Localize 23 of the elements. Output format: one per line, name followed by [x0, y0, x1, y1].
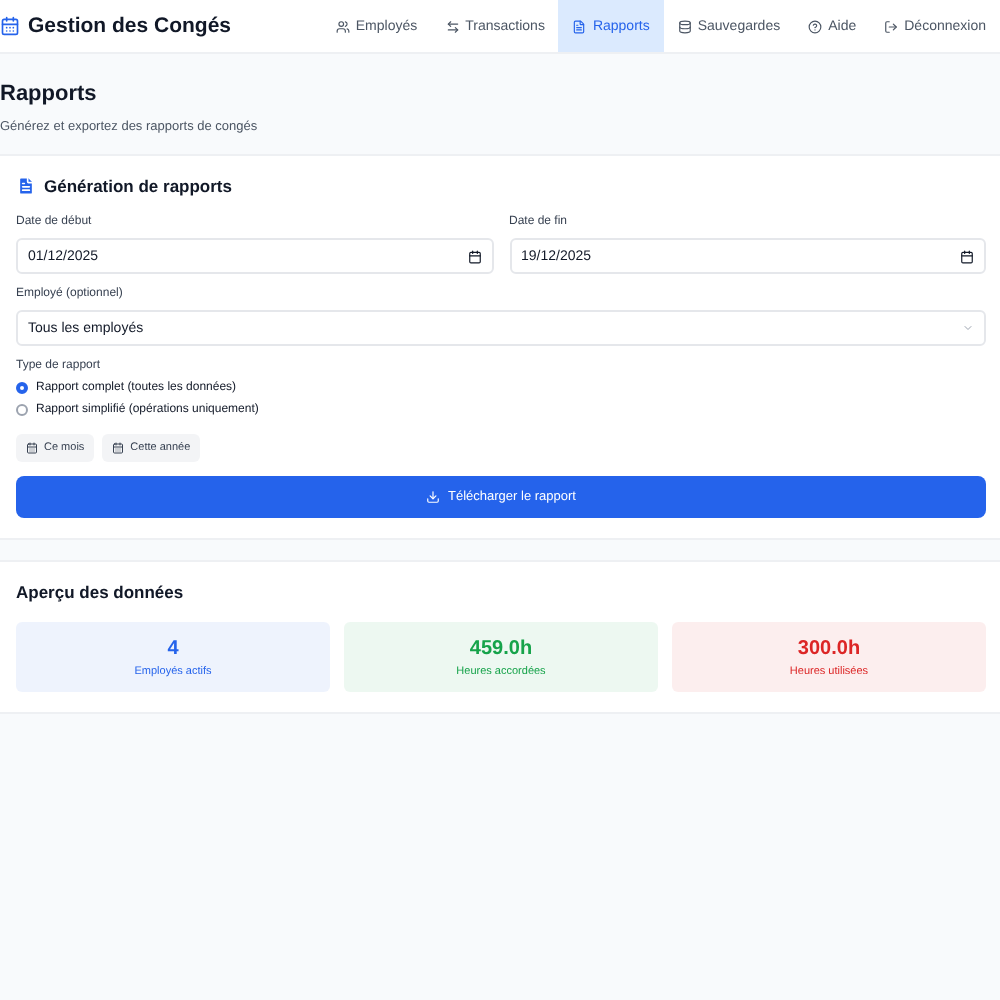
stat-value: 4: [167, 637, 179, 659]
database-icon: [677, 19, 692, 33]
stat-value: 459.0h: [469, 637, 533, 659]
chevron-icon: [962, 322, 974, 334]
help-icon: [808, 19, 823, 33]
calendar-icon: [467, 249, 481, 263]
radio-button[interactable]: [16, 404, 28, 416]
card-title: Aperçu des données: [16, 582, 184, 602]
calendar-icon: [112, 442, 125, 454]
document-icon: [16, 176, 36, 196]
logout-icon: [884, 19, 899, 33]
users-icon: [335, 19, 350, 33]
page-title: Rapports: [0, 82, 99, 106]
calendar-icon: [960, 249, 974, 263]
swap-arrows-icon: [445, 19, 460, 33]
radio-button[interactable]: [16, 382, 28, 394]
calendar-icon: [26, 442, 38, 454]
document-icon: [572, 19, 587, 33]
calendar-icon: [0, 16, 20, 36]
app-title: Gestion des Congés: [28, 14, 232, 38]
stat-value: 300.0h: [797, 637, 861, 659]
card-title: Génération de rapports: [44, 176, 232, 196]
download-icon: [426, 490, 441, 504]
